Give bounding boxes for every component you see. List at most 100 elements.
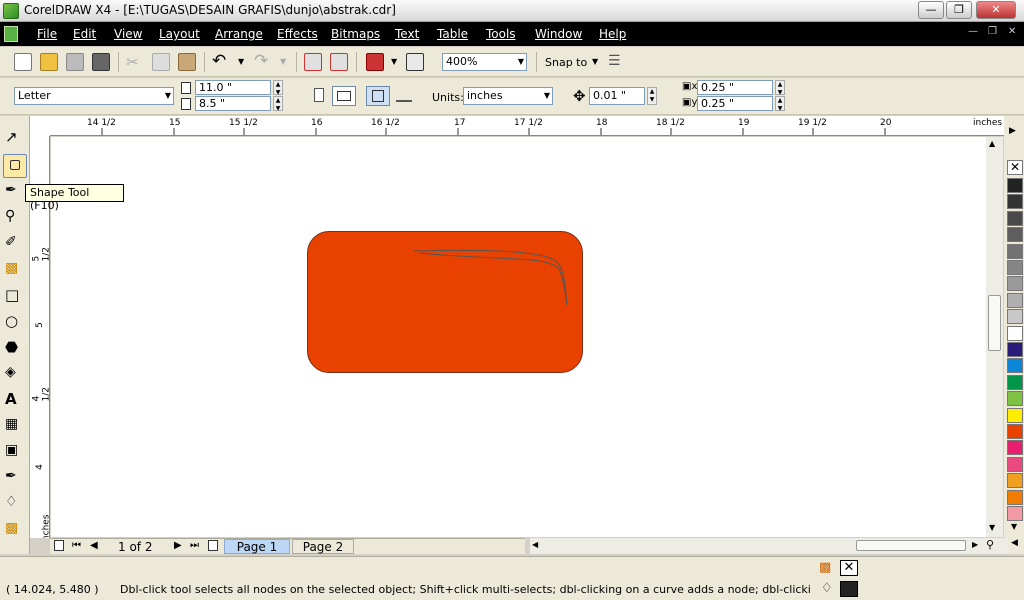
scroll-left-icon[interactable]: ◀ (532, 540, 538, 549)
shape-tool-icon[interactable] (3, 154, 27, 178)
scroll-up-icon[interactable]: ▲ (989, 139, 995, 148)
menu-layout[interactable]: Layout (159, 27, 200, 41)
page-width-input[interactable]: 11.0 " (195, 80, 271, 95)
duplicate-x-input[interactable]: 0.25 " (697, 80, 773, 95)
add-page-after-icon[interactable] (208, 540, 218, 551)
eyedropper-tool-icon[interactable]: ✒ (5, 468, 25, 488)
zoom-tool-icon[interactable]: ⚲ (5, 208, 25, 228)
vertical-scroll-thumb[interactable] (988, 295, 1001, 351)
color-swatch[interactable] (1007, 260, 1023, 275)
color-swatch[interactable] (1007, 325, 1023, 341)
launcher-dropdown-icon[interactable]: ▼ (391, 57, 397, 66)
scroll-right-icon[interactable]: ▶ (972, 540, 978, 549)
save-icon[interactable] (66, 53, 84, 71)
menu-edit[interactable]: Edit (73, 27, 96, 41)
menu-file[interactable]: File (37, 27, 57, 41)
polygon-tool-icon[interactable]: ⬣ (5, 338, 25, 358)
color-swatch[interactable] (1007, 227, 1023, 243)
print-icon[interactable] (92, 53, 110, 71)
maximize-button[interactable]: ❐ (946, 1, 972, 19)
menu-text[interactable]: Text (395, 27, 419, 41)
color-swatch[interactable] (1007, 292, 1023, 308)
palette-menu-icon[interactable]: ▶ (1009, 126, 1016, 136)
duplicate-y-input[interactable]: 0.25 " (697, 96, 773, 111)
menu-arrange[interactable]: Arrange (215, 27, 263, 41)
smart-fill-tool-icon[interactable]: ▩ (5, 260, 25, 280)
horizontal-scroll-thumb[interactable] (856, 540, 966, 551)
color-swatch[interactable] (1007, 358, 1023, 374)
color-swatch[interactable] (1007, 506, 1023, 521)
redo-dropdown-icon[interactable]: ▼ (280, 57, 286, 66)
crop-tool-icon[interactable]: ✒ (5, 182, 25, 202)
color-swatch[interactable] (1007, 374, 1023, 390)
color-swatch[interactable] (1007, 456, 1023, 472)
drawing-canvas[interactable] (51, 137, 987, 537)
tab-page-1[interactable]: Page 1 (224, 539, 290, 554)
color-swatch[interactable] (1007, 407, 1023, 423)
vertical-scrollbar[interactable]: ▲ ▼ (986, 137, 1003, 537)
menu-help[interactable]: Help (599, 27, 626, 41)
options-icon[interactable]: ☰ (608, 53, 626, 71)
snap-dropdown-icon[interactable]: ▼ (592, 57, 598, 66)
units-select[interactable]: inches ▼ (463, 87, 553, 105)
paste-icon[interactable] (178, 53, 196, 71)
last-page-icon[interactable]: ⏭ (190, 540, 199, 551)
scroll-down-icon[interactable]: ▼ (989, 523, 995, 532)
horizontal-ruler[interactable]: 14 1/2 15 15 1/2 16 16 1/2 17 17 1/2 18 … (30, 116, 1004, 136)
color-swatch[interactable] (1007, 424, 1023, 439)
export-icon[interactable] (330, 53, 348, 71)
page-height-input[interactable]: 8.5 " (195, 96, 271, 111)
menu-view[interactable]: View (114, 27, 142, 41)
first-page-icon[interactable]: ⏮ (72, 540, 81, 551)
duplicate-x-stepper[interactable]: ▲ ▼ (775, 80, 785, 96)
page-width-stepper[interactable]: ▲ ▼ (273, 80, 283, 96)
color-swatch[interactable] (1007, 473, 1023, 489)
color-swatch[interactable] (1007, 489, 1023, 505)
pick-tool-icon[interactable]: ↗ (5, 128, 25, 148)
paper-preset-select[interactable]: Letter ▼ (14, 87, 174, 105)
color-swatch[interactable] (1007, 178, 1023, 193)
palette-expand-icon[interactable]: ◀ (1011, 538, 1018, 548)
coreldraw-app-icon[interactable] (3, 3, 19, 19)
redo-icon[interactable]: ↷ (254, 51, 272, 71)
navigator-zoom-icon[interactable]: ⚲ (986, 538, 994, 551)
minimize-button[interactable]: — (918, 1, 944, 19)
basic-shapes-tool-icon[interactable]: ◈ (5, 364, 25, 384)
color-swatch[interactable] (1007, 391, 1023, 407)
palette-scroll-down-icon[interactable]: ▼ (1011, 522, 1017, 531)
color-swatch[interactable] (1007, 440, 1023, 456)
menu-bitmaps[interactable]: Bitmaps (331, 27, 380, 41)
no-fill-swatch[interactable]: ✕ (1007, 160, 1023, 175)
ellipse-tool-icon[interactable]: ○ (5, 312, 25, 332)
all-pages-button[interactable] (366, 86, 390, 106)
previous-page-icon[interactable]: ◀ (90, 540, 98, 551)
doc-minimize-icon[interactable]: — (968, 26, 978, 37)
next-page-icon[interactable]: ▶ (174, 540, 182, 551)
curve-object[interactable] (411, 247, 571, 311)
fill-tool-icon[interactable]: ▩ (5, 520, 25, 540)
horizontal-scrollbar[interactable]: ◀ ▶ ⚲ (530, 538, 1008, 554)
nudge-input[interactable]: 0.01 " (589, 87, 645, 105)
color-swatch[interactable] (1007, 276, 1023, 292)
doc-restore-icon[interactable]: ❐ (988, 26, 997, 37)
close-button[interactable]: ✕ (976, 1, 1016, 19)
freehand-tool-icon[interactable]: ✐ (5, 234, 25, 254)
rectangle-tool-icon[interactable]: □ (5, 286, 25, 306)
menu-tools[interactable]: Tools (486, 27, 516, 41)
document-icon[interactable] (4, 26, 18, 42)
tab-page-2[interactable]: Page 2 (292, 539, 354, 554)
menu-window[interactable]: Window (535, 27, 582, 41)
outline-tool-icon[interactable]: ♢ (5, 494, 25, 514)
page-height-stepper[interactable]: ▲ ▼ (273, 96, 283, 112)
copy-icon[interactable] (152, 53, 170, 71)
welcome-screen-icon[interactable] (406, 53, 424, 71)
interactive-effects-tool-icon[interactable]: ▣ (5, 442, 25, 462)
menu-table[interactable]: Table (437, 27, 468, 41)
ruler-origin[interactable] (30, 116, 50, 136)
color-swatch[interactable] (1007, 342, 1023, 357)
zoom-level-select[interactable]: 400% ▼ (442, 53, 527, 71)
snap-to-button[interactable]: Snap to (545, 56, 587, 69)
nudge-stepper[interactable]: ▲ ▼ (647, 87, 657, 105)
color-swatch[interactable] (1007, 243, 1023, 259)
open-icon[interactable] (40, 53, 58, 71)
